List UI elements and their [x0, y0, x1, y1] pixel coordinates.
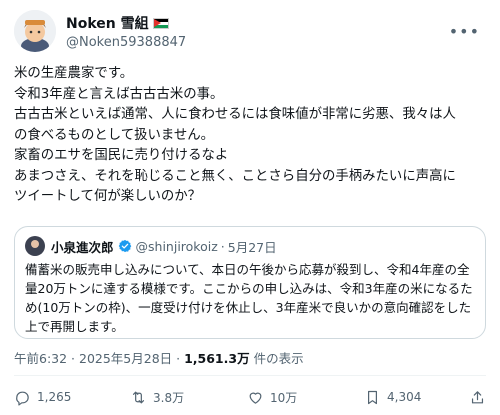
quoted-tweet-date: 5月27日 — [227, 239, 277, 255]
like-count: 10万 — [270, 390, 298, 405]
repost-button[interactable]: 3.8万 — [130, 389, 184, 406]
tweet-line: 古古古米といえば通常、人に食わせるには食味値が非常に劣悪、我々は人 — [14, 107, 456, 122]
view-label: 件の表示 — [249, 351, 304, 366]
bookmark-icon — [368, 390, 377, 404]
verified-badge-icon — [118, 239, 131, 253]
more-options-icon[interactable]: ••• — [449, 22, 480, 41]
quoted-line: 量20万トンに達する模様です。ここからの申し込みは、令和3年産の米になるた — [25, 281, 473, 296]
tweet-timestamp[interactable]: 午前6:32 · 2025年5月28日 · — [14, 351, 184, 366]
reply-button[interactable]: 1,265 — [14, 389, 71, 406]
divider — [14, 375, 486, 376]
author-name[interactable]: Noken 雪組 — [66, 13, 149, 33]
share-icon — [471, 390, 484, 403]
bookmark-button[interactable]: 4,304 — [364, 389, 421, 406]
reply-count: 1,265 — [37, 390, 72, 404]
view-count: 1,561.3万 — [184, 351, 250, 366]
repost-icon — [132, 391, 145, 403]
tweet-line: 家畜のエサを国民に売り付けるなよ — [14, 148, 229, 163]
author-avatar[interactable] — [14, 10, 56, 52]
action-bar: 1,265 3.8万 10万 4,304 — [14, 386, 486, 408]
share-button[interactable] — [469, 389, 486, 406]
quoted-line: 上で再開します。 — [25, 319, 124, 334]
repost-count: 3.8万 — [153, 390, 185, 405]
tweet-line: 令和3年産と言えば古古古米の事。 — [14, 86, 224, 102]
reply-icon — [16, 391, 29, 406]
quoted-author-name: 小泉進次郎 — [51, 239, 114, 255]
heart-icon — [249, 392, 262, 404]
quoted-author-avatar — [25, 236, 45, 256]
author-block: Noken 雪組 @Noken59388847 — [66, 14, 186, 50]
quoted-author-handle: @shinjirokoiz — [135, 238, 218, 254]
tweet-line: ツイートして何が楽しいのか？ — [14, 189, 202, 204]
tweet-line: あまつさえ、それを恥じること無く、ことさら自分の手柄みたいに声高に — [14, 168, 456, 184]
quoted-line: め(10万トンの枠)、一度受け付けを休止し、3年産米で良いかの意向確認をした — [25, 300, 472, 315]
separator-dot: · — [220, 238, 225, 254]
tweet-meta: 午前6:32 · 2025年5月28日 · 1,561.3万 件の表示 — [14, 348, 304, 367]
quoted-line: 備蓄米の販売申し込みについて、本日の午後から応募が殺到し、令和4年産の全 — [25, 262, 470, 277]
author-handle[interactable]: @Noken59388847 — [66, 35, 186, 50]
tweet-line: の食べるものとして扱いません。 — [14, 127, 215, 143]
tweet-line: 米の生産農家です。 — [14, 66, 134, 81]
quoted-tweet-text: 備蓄米の販売申し込みについて、本日の午後から応募が殺到し、令和4年産の全 量20… — [25, 260, 473, 336]
quoted-tweet[interactable]: 小泉進次郎 @shinjirokoiz · 5月27日 備蓄米の販売申し込みにつ… — [14, 226, 486, 339]
bookmark-count: 4,304 — [387, 390, 422, 404]
tweet-text: 米の生産農家です。 令和3年産と言えば古古古米の事。 古古古米といえば通常、人に… — [14, 64, 488, 208]
like-button[interactable]: 10万 — [247, 389, 297, 406]
palestine-flag-icon — [152, 17, 169, 29]
quoted-tweet-header: 小泉進次郎 @shinjirokoiz · 5月27日 — [25, 236, 277, 256]
